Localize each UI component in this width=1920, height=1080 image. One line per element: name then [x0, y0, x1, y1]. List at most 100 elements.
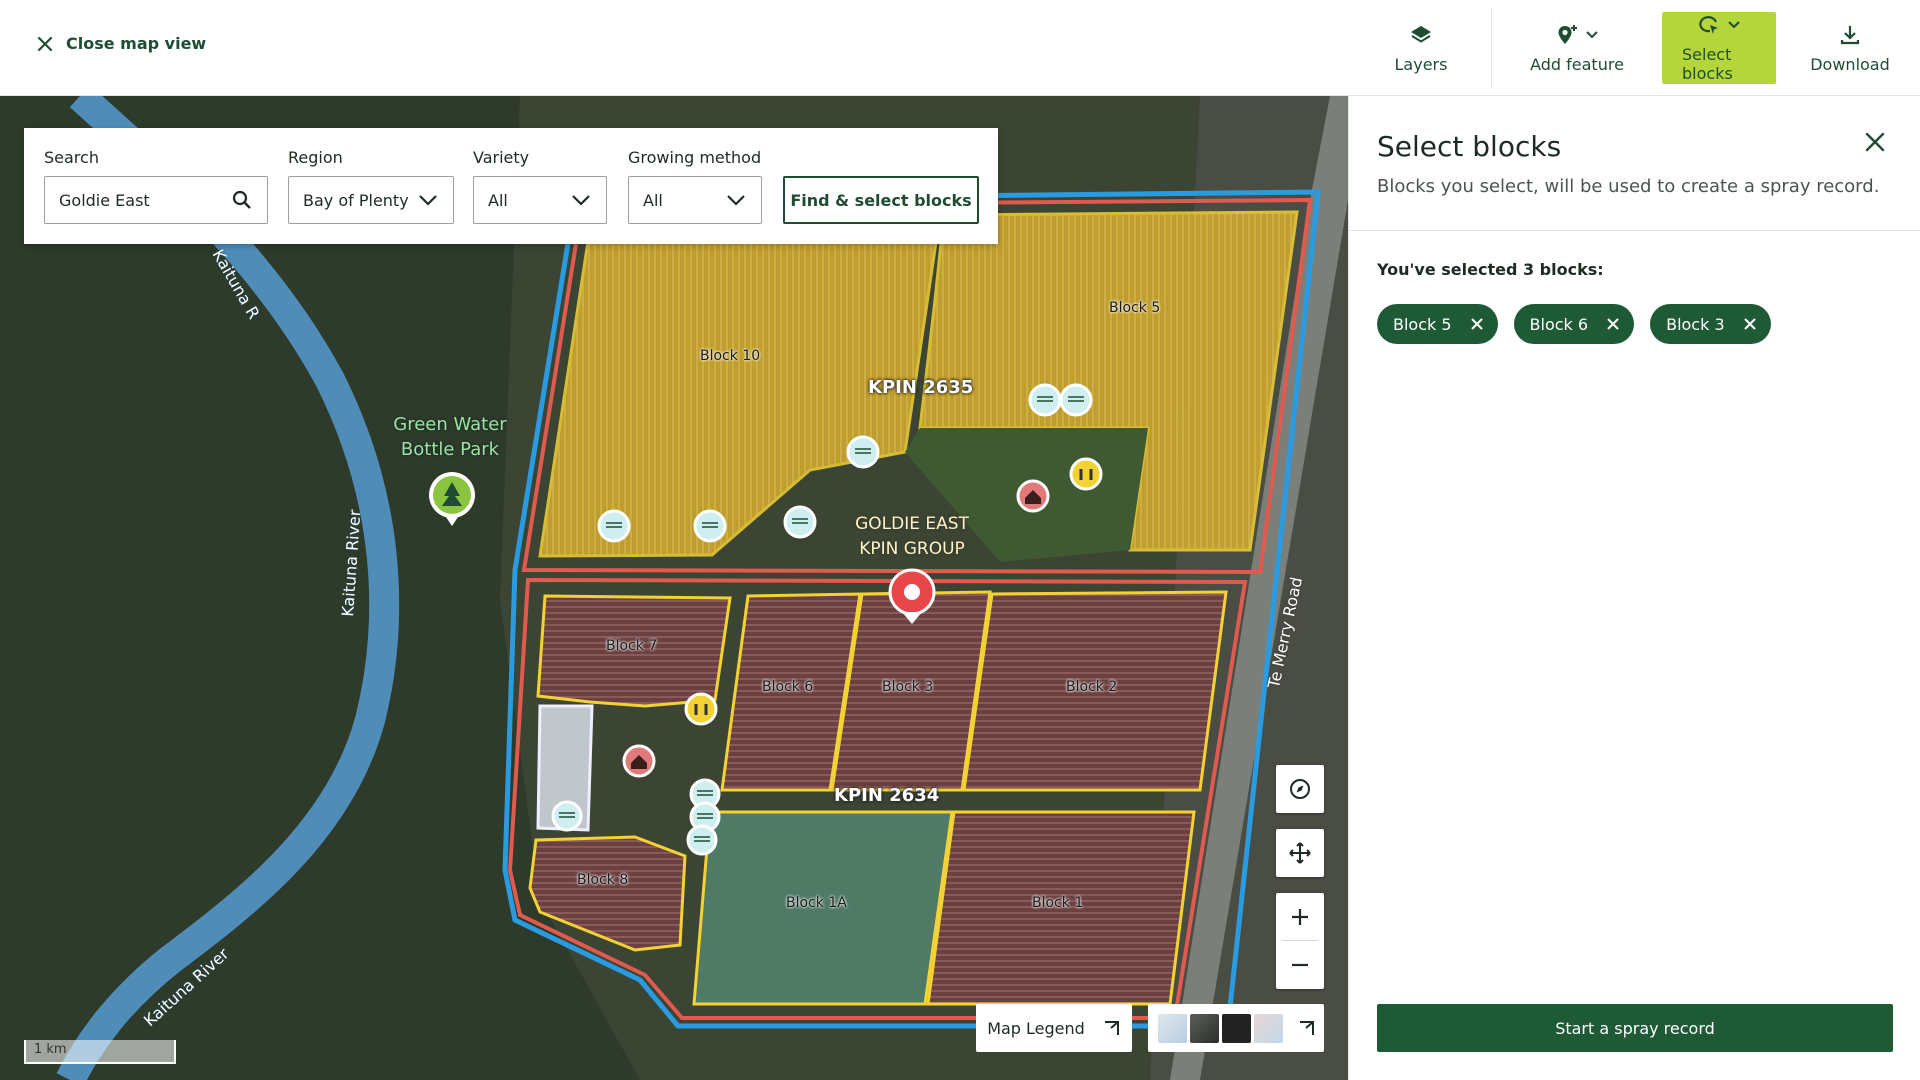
toilet-marker[interactable]: [1069, 457, 1103, 491]
region-value: Bay of Plenty: [303, 190, 409, 210]
block-8-label: Block 8: [577, 872, 629, 888]
chevron-down-icon: [419, 195, 437, 206]
find-select-blocks-button[interactable]: Find & select blocks: [783, 176, 979, 224]
block-1-label: Block 1: [1032, 895, 1084, 911]
house-marker[interactable]: [1016, 479, 1050, 513]
block-chip: Block 5: [1377, 304, 1498, 344]
block-7-label: Block 7: [606, 638, 658, 654]
block-5-label: Block 5: [1109, 300, 1161, 316]
pan-button[interactable]: [1276, 829, 1324, 877]
panel-subtitle: Blocks you select, will be used to creat…: [1377, 176, 1880, 197]
close-icon: [1470, 318, 1483, 330]
top-bar: Close map view Layers Add feature Select…: [0, 0, 1920, 96]
growing-method-label: Growing method: [628, 148, 762, 167]
selected-count: You've selected 3 blocks:: [1377, 260, 1604, 279]
toolbar-divider: [1491, 8, 1492, 88]
basemap-thumb-satellite[interactable]: [1190, 1013, 1219, 1043]
chevron-down-icon: [1728, 21, 1740, 29]
variety-label: Variety: [473, 148, 530, 167]
remove-block-button[interactable]: [1743, 317, 1757, 331]
basemap-thumb-light[interactable]: [1158, 1013, 1187, 1043]
variety-select[interactable]: All: [473, 176, 607, 224]
panel-divider: [1349, 230, 1920, 231]
region-label: Region: [288, 148, 343, 167]
select-blocks-panel: Select blocks Blocks you select, will be…: [1348, 96, 1920, 1080]
growing-method-select[interactable]: All: [628, 176, 762, 224]
search-label: Search: [44, 148, 99, 167]
add-feature-button[interactable]: Add feature: [1502, 12, 1652, 84]
water-marker[interactable]: [693, 509, 727, 543]
panel-title: Select blocks: [1377, 130, 1562, 163]
layers-icon: [1411, 25, 1431, 43]
map-toolbar: Layers Add feature Select blocks Downloa…: [1361, 0, 1920, 96]
plus-icon: [1292, 908, 1308, 925]
expand-corner-icon: [1104, 1021, 1119, 1035]
water-marker[interactable]: [846, 435, 880, 469]
add-location-icon: [1558, 24, 1577, 44]
water-marker[interactable]: [686, 824, 718, 856]
remove-block-button[interactable]: [1606, 317, 1620, 331]
house-marker[interactable]: [622, 744, 656, 778]
kpin-group-line2: KPIN GROUP: [859, 539, 965, 559]
block-chip-label: Block 3: [1666, 314, 1725, 334]
chevron-down-icon: [1586, 30, 1598, 38]
search-input[interactable]: Goldie East: [44, 176, 268, 224]
water-marker[interactable]: [1059, 383, 1093, 417]
kpin-2635-label: KPIN 2635: [868, 377, 974, 398]
zoom-out-button[interactable]: [1276, 941, 1324, 988]
basemap-thumb-street[interactable]: [1254, 1013, 1283, 1043]
kpin-group-line1: GOLDIE EAST: [855, 514, 969, 534]
download-button[interactable]: Download: [1780, 12, 1920, 84]
toilet-marker[interactable]: [684, 692, 718, 726]
close-icon: [1607, 318, 1619, 330]
basemap-thumb-dark[interactable]: [1222, 1013, 1251, 1043]
minus-icon: [1292, 963, 1308, 966]
region-select[interactable]: Bay of Plenty: [288, 176, 454, 224]
download-icon: [1840, 25, 1860, 44]
selected-block-chips: Block 5 Block 6 Block 3: [1377, 304, 1771, 344]
map-legend-button[interactable]: Map Legend: [976, 1004, 1132, 1052]
search-icon[interactable]: [231, 189, 253, 211]
water-marker[interactable]: [783, 505, 817, 539]
block-chip: Block 6: [1513, 304, 1635, 344]
block-chip-label: Block 5: [1393, 314, 1452, 334]
close-map-view-label: Close map view: [66, 34, 207, 53]
block-2-label: Block 2: [1066, 679, 1118, 695]
chevron-down-icon: [572, 195, 590, 206]
park-label: Green Water Bottle Park: [380, 412, 520, 462]
water-marker[interactable]: [597, 509, 631, 543]
block-chip: Block 3: [1650, 304, 1771, 344]
download-label: Download: [1810, 54, 1890, 74]
lasso-select-icon: [1699, 16, 1718, 34]
block-1a-label: Block 1A: [786, 895, 847, 911]
map-legend-label: Map Legend: [987, 1018, 1085, 1038]
zoom-controls: [1276, 893, 1324, 989]
chevron-down-icon: [727, 195, 745, 206]
panel-close-button[interactable]: [1863, 130, 1887, 158]
select-blocks-button[interactable]: Select blocks: [1662, 12, 1776, 84]
layers-button[interactable]: Layers: [1361, 12, 1481, 84]
remove-block-button[interactable]: [1470, 317, 1484, 331]
park-label-line2: Bottle Park: [400, 439, 500, 460]
start-spray-record-button[interactable]: Start a spray record: [1377, 1004, 1893, 1052]
park-label-line1: Green Water: [393, 414, 507, 435]
filter-panel: Search Goldie East Region Bay of Plenty …: [24, 128, 998, 244]
kpin-group-label: GOLDIE EAST KPIN GROUP: [852, 512, 972, 562]
variety-value: All: [488, 190, 508, 210]
expand-corner-icon: [1300, 1021, 1314, 1035]
water-marker[interactable]: [1028, 383, 1062, 417]
close-icon: [1865, 132, 1885, 152]
close-icon: [37, 36, 53, 51]
compass-button[interactable]: [1276, 765, 1324, 813]
block-6-label: Block 6: [762, 679, 814, 695]
close-icon: [1743, 318, 1756, 330]
block-chip-label: Block 6: [1529, 314, 1589, 334]
zoom-in-button[interactable]: [1276, 893, 1324, 940]
layers-label: Layers: [1394, 54, 1448, 74]
select-blocks-label: Select blocks: [1682, 45, 1733, 83]
growing-method-value: All: [643, 190, 663, 210]
water-marker[interactable]: [551, 800, 583, 832]
add-feature-label: Add feature: [1530, 54, 1624, 74]
close-map-view-button[interactable]: Close map view: [36, 34, 206, 53]
basemap-switcher[interactable]: [1148, 1004, 1324, 1052]
